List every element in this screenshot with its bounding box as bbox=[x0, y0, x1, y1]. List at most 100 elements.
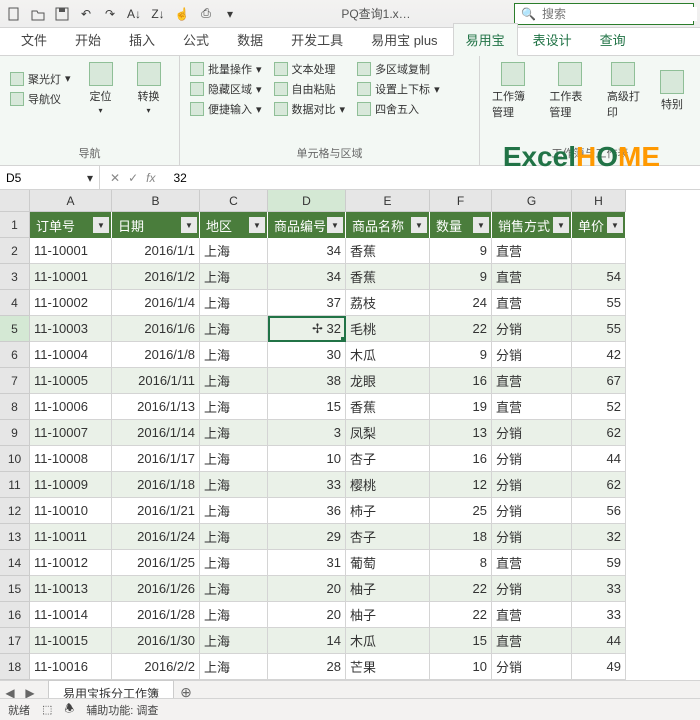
search-input[interactable] bbox=[542, 7, 697, 21]
row-header-5[interactable]: 5 bbox=[0, 316, 30, 342]
row-header-11[interactable]: 11 bbox=[0, 472, 30, 498]
locate-button[interactable]: 定位▾ bbox=[81, 60, 121, 117]
fx-icon[interactable]: fx bbox=[146, 171, 155, 185]
col-header-D[interactable]: D bbox=[268, 190, 346, 212]
special-button[interactable]: 特别 bbox=[652, 68, 692, 114]
cell-D14[interactable]: 31 bbox=[268, 550, 346, 576]
cell-H9[interactable]: 62 bbox=[572, 420, 626, 446]
cell-E15[interactable]: 柚子 bbox=[346, 576, 430, 602]
cell-F16[interactable]: 22 bbox=[430, 602, 492, 628]
filter-dropdown-icon[interactable]: ▼ bbox=[473, 217, 489, 233]
cell-G14[interactable]: 直营 bbox=[492, 550, 572, 576]
filter-dropdown-icon[interactable]: ▼ bbox=[411, 217, 427, 233]
cell-F8[interactable]: 19 bbox=[430, 394, 492, 420]
cell-A13[interactable]: 11-10011 bbox=[30, 524, 112, 550]
cell-F9[interactable]: 13 bbox=[430, 420, 492, 446]
cell-A9[interactable]: 11-10007 bbox=[30, 420, 112, 446]
cell-G5[interactable]: 分销 bbox=[492, 316, 572, 342]
cell-E10[interactable]: 杏子 bbox=[346, 446, 430, 472]
row-header-3[interactable]: 3 bbox=[0, 264, 30, 290]
col-header-B[interactable]: B bbox=[112, 190, 200, 212]
cell-G9[interactable]: 分销 bbox=[492, 420, 572, 446]
cell-E12[interactable]: 柿子 bbox=[346, 498, 430, 524]
cell-B2[interactable]: 2016/1/1 bbox=[112, 238, 200, 264]
row-header-7[interactable]: 7 bbox=[0, 368, 30, 394]
cell-H4[interactable]: 55 bbox=[572, 290, 626, 316]
tab-表设计[interactable]: 表设计 bbox=[520, 23, 585, 55]
cell-B11[interactable]: 2016/1/18 bbox=[112, 472, 200, 498]
cell-B18[interactable]: 2016/2/2 bbox=[112, 654, 200, 680]
row-header-2[interactable]: 2 bbox=[0, 238, 30, 264]
cell-F10[interactable]: 16 bbox=[430, 446, 492, 472]
touch-mode-icon[interactable]: ☝ bbox=[174, 6, 190, 22]
sort-asc-icon[interactable]: A↓ bbox=[126, 6, 142, 22]
tab-查询[interactable]: 查询 bbox=[587, 23, 639, 55]
cell-E3[interactable]: 香蕉 bbox=[346, 264, 430, 290]
cell-C7[interactable]: 上海 bbox=[200, 368, 268, 394]
cell-A11[interactable]: 11-10009 bbox=[30, 472, 112, 498]
cell-B5[interactable]: 2016/1/6 bbox=[112, 316, 200, 342]
cell-C4[interactable]: 上海 bbox=[200, 290, 268, 316]
cell-E2[interactable]: 香蕉 bbox=[346, 238, 430, 264]
cell-C11[interactable]: 上海 bbox=[200, 472, 268, 498]
cell-A7[interactable]: 11-10005 bbox=[30, 368, 112, 394]
cell-G16[interactable]: 直营 bbox=[492, 602, 572, 628]
filter-dropdown-icon[interactable]: ▼ bbox=[553, 217, 569, 233]
row-header-8[interactable]: 8 bbox=[0, 394, 30, 420]
qat-dropdown-icon[interactable]: ▾ bbox=[222, 6, 238, 22]
cell-F4[interactable]: 24 bbox=[430, 290, 492, 316]
cell-B3[interactable]: 2016/1/2 bbox=[112, 264, 200, 290]
cell-C12[interactable]: 上海 bbox=[200, 498, 268, 524]
col-header-G[interactable]: G bbox=[492, 190, 572, 212]
tab-公式[interactable]: 公式 bbox=[170, 23, 222, 55]
table-header-4[interactable]: 商品名称▼ bbox=[346, 212, 430, 238]
cell-C13[interactable]: 上海 bbox=[200, 524, 268, 550]
cell-F11[interactable]: 12 bbox=[430, 472, 492, 498]
cell-B6[interactable]: 2016/1/8 bbox=[112, 342, 200, 368]
redo-icon[interactable]: ↷ bbox=[102, 6, 118, 22]
cell-B12[interactable]: 2016/1/21 bbox=[112, 498, 200, 524]
cell-A10[interactable]: 11-10008 bbox=[30, 446, 112, 472]
tab-易用宝 plus[interactable]: 易用宝 plus bbox=[358, 23, 450, 55]
cell-H11[interactable]: 62 bbox=[572, 472, 626, 498]
round-button[interactable]: 四舍五入 bbox=[355, 100, 442, 118]
cell-D16[interactable]: 20 bbox=[268, 602, 346, 628]
row-header-4[interactable]: 4 bbox=[0, 290, 30, 316]
cell-A6[interactable]: 11-10004 bbox=[30, 342, 112, 368]
search-box[interactable]: 🔍 bbox=[514, 3, 694, 25]
cell-F6[interactable]: 9 bbox=[430, 342, 492, 368]
col-header-F[interactable]: F bbox=[430, 190, 492, 212]
cell-D17[interactable]: 14 bbox=[268, 628, 346, 654]
cell-H3[interactable]: 54 bbox=[572, 264, 626, 290]
undo-icon[interactable]: ↶ bbox=[78, 6, 94, 22]
save-icon[interactable] bbox=[54, 6, 70, 22]
table-header-3[interactable]: 商品编号▼ bbox=[268, 212, 346, 238]
workbook-mgmt-button[interactable]: 工作簿管理 bbox=[488, 60, 537, 122]
cell-D6[interactable]: 30 bbox=[268, 342, 346, 368]
cell-G10[interactable]: 分销 bbox=[492, 446, 572, 472]
cell-F3[interactable]: 9 bbox=[430, 264, 492, 290]
filter-dropdown-icon[interactable]: ▼ bbox=[249, 217, 265, 233]
convert-button[interactable]: 转换▾ bbox=[129, 60, 169, 117]
cell-H15[interactable]: 33 bbox=[572, 576, 626, 602]
cell-E9[interactable]: 凤梨 bbox=[346, 420, 430, 446]
cell-A17[interactable]: 11-10015 bbox=[30, 628, 112, 654]
table-header-0[interactable]: 订单号▼ bbox=[30, 212, 112, 238]
cell-F15[interactable]: 22 bbox=[430, 576, 492, 602]
cell-B9[interactable]: 2016/1/14 bbox=[112, 420, 200, 446]
cell-G8[interactable]: 直营 bbox=[492, 394, 572, 420]
cell-D5[interactable]: ✢ 32 bbox=[268, 316, 346, 342]
adv-print-button[interactable]: 高级打印 bbox=[603, 60, 644, 122]
col-header-E[interactable]: E bbox=[346, 190, 430, 212]
row-header-13[interactable]: 13 bbox=[0, 524, 30, 550]
tab-开始[interactable]: 开始 bbox=[62, 23, 114, 55]
row-header-17[interactable]: 17 bbox=[0, 628, 30, 654]
cell-D3[interactable]: 34 bbox=[268, 264, 346, 290]
cell-C18[interactable]: 上海 bbox=[200, 654, 268, 680]
worksheet-mgmt-button[interactable]: 工作表管理 bbox=[545, 60, 594, 122]
cell-E17[interactable]: 木瓜 bbox=[346, 628, 430, 654]
cell-B16[interactable]: 2016/1/28 bbox=[112, 602, 200, 628]
name-box-input[interactable] bbox=[6, 171, 87, 185]
cell-C8[interactable]: 上海 bbox=[200, 394, 268, 420]
cell-F18[interactable]: 10 bbox=[430, 654, 492, 680]
